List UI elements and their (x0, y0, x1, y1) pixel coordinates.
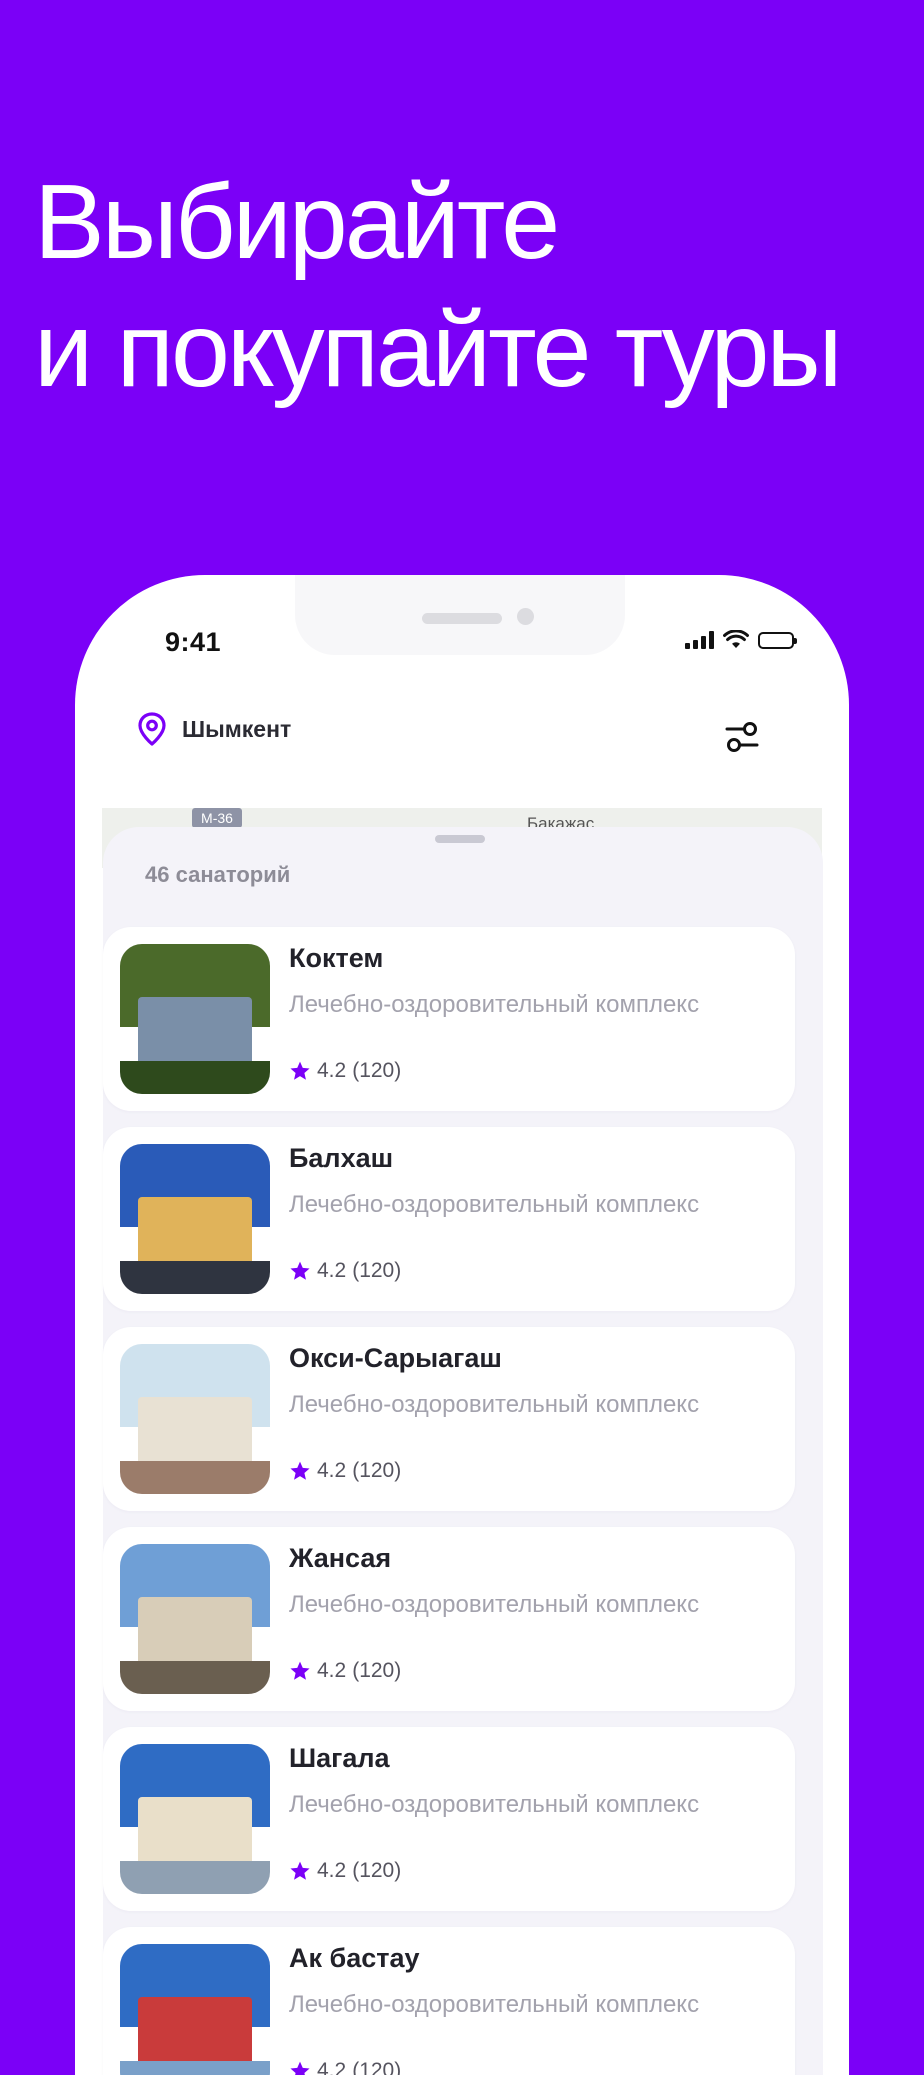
sanatorium-title: Окси-Сарыагаш (289, 1343, 502, 1373)
rating-value: 4.2 (317, 1659, 347, 1682)
sanatorium-card[interactable]: Коктем Лечебно-оздоровительный комплекс … (103, 927, 795, 1111)
battery-icon (758, 632, 797, 649)
sanatorium-rating: 4.2 (120) (289, 1459, 401, 1483)
rating-value: 4.2 (317, 1459, 347, 1482)
star-icon (290, 1461, 310, 1480)
sanatorium-card[interactable]: Жансая Лечебно-оздоровительный комплекс … (103, 1527, 795, 1711)
results-sheet[interactable]: 46 санаторий Коктем Лечебно-оздоровитель… (103, 827, 823, 2075)
front-camera (517, 608, 534, 625)
results-count: 46 санаторий (145, 862, 291, 887)
sanatorium-photo (120, 1144, 270, 1294)
headline-line-2: и покупайте туры (34, 291, 843, 409)
headline-line-1: Выбирайте (34, 163, 560, 281)
sanatorium-rating: 4.2 (120) (289, 1859, 401, 1883)
sanatorium-subtitle: Лечебно-оздоровительный комплекс (289, 991, 700, 1018)
location-pin-icon (138, 712, 166, 746)
sanatorium-photo (120, 1944, 270, 2075)
sanatorium-list: Коктем Лечебно-оздоровительный комплекс … (103, 927, 795, 2075)
sanatorium-rating: 4.2 (120) (289, 2059, 401, 2075)
speaker-grille (422, 613, 502, 624)
location-selector[interactable]: Шымкент (137, 712, 291, 746)
sanatorium-rating: 4.2 (120) (289, 1259, 401, 1283)
sanatorium-title: Коктем (289, 943, 384, 973)
sanatorium-rating: 4.2 (120) (289, 1659, 401, 1683)
rating-count: (120) (352, 2059, 402, 2075)
rating-value: 4.2 (317, 1259, 347, 1282)
rating-count: (120) (352, 1659, 402, 1682)
filter-button[interactable] (720, 715, 764, 759)
sanatorium-subtitle: Лечебно-оздоровительный комплекс (289, 1991, 700, 2018)
star-icon (290, 2061, 310, 2075)
rating-count: (120) (352, 1459, 402, 1482)
cellular-signal-icon (685, 631, 714, 649)
headline: Выбирайте и покупайте туры (34, 158, 843, 414)
star-icon (290, 1061, 310, 1080)
rating-count: (120) (352, 1059, 402, 1082)
sanatorium-card[interactable]: Ак бастау Лечебно-оздоровительный компле… (103, 1927, 795, 2075)
sanatorium-card[interactable]: Балхаш Лечебно-оздоровительный комплекс … (103, 1127, 795, 1311)
rating-value: 4.2 (317, 1059, 347, 1082)
map-road-sign: M-36 (192, 808, 242, 828)
sanatorium-subtitle: Лечебно-оздоровительный комплекс (289, 1591, 700, 1618)
sanatorium-title: Балхаш (289, 1143, 394, 1173)
rating-value: 4.2 (317, 1859, 347, 1882)
sanatorium-title: Жансая (289, 1543, 392, 1573)
sanatorium-card[interactable]: Окси-Сарыагаш Лечебно-оздоровительный ко… (103, 1327, 795, 1511)
rating-count: (120) (352, 1859, 402, 1882)
status-icons (685, 630, 797, 649)
status-time: 9:41 (165, 627, 222, 657)
sanatorium-rating: 4.2 (120) (289, 1059, 401, 1083)
sanatorium-title: Ак бастау (289, 1943, 420, 1973)
sanatorium-subtitle: Лечебно-оздоровительный комплекс (289, 1191, 700, 1218)
sanatorium-card[interactable]: Шагала Лечебно-оздоровительный комплекс … (103, 1727, 795, 1911)
rating-value: 4.2 (317, 2059, 347, 2075)
wifi-icon (723, 630, 749, 648)
sheet-drag-handle[interactable] (435, 835, 485, 843)
phone-frame: 9:41 Шымкент M-36 Бакажас 46 санаторий К… (75, 575, 849, 2075)
star-icon (290, 1861, 310, 1880)
filter-sliders-icon (725, 722, 759, 752)
star-icon (290, 1261, 310, 1280)
sanatorium-title: Шагала (289, 1743, 390, 1773)
sanatorium-subtitle: Лечебно-оздоровительный комплекс (289, 1391, 700, 1418)
star-icon (290, 1661, 310, 1680)
sanatorium-photo (120, 1544, 270, 1694)
sanatorium-subtitle: Лечебно-оздоровительный комплекс (289, 1791, 700, 1818)
rating-count: (120) (352, 1259, 402, 1282)
sanatorium-photo (120, 1744, 270, 1894)
sanatorium-photo (120, 1344, 270, 1494)
location-city: Шымкент (182, 715, 292, 742)
sanatorium-photo (120, 944, 270, 1094)
